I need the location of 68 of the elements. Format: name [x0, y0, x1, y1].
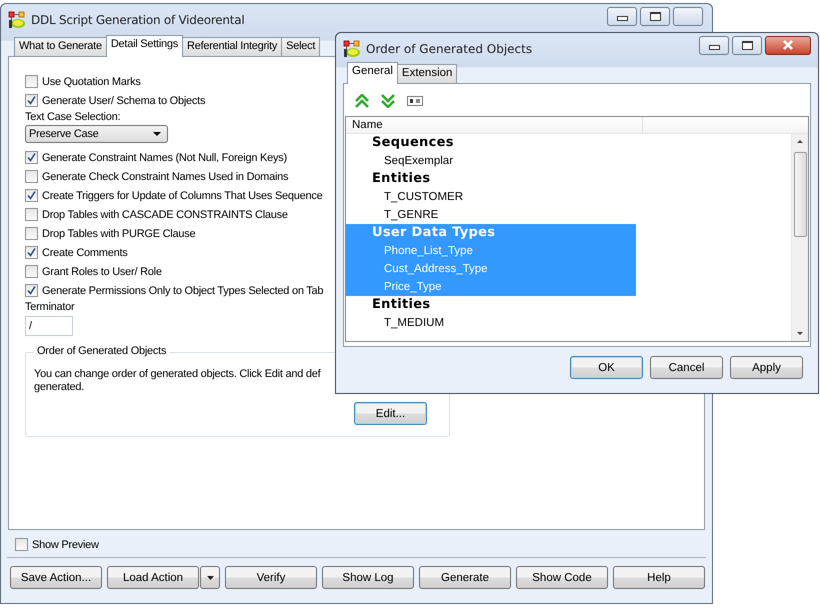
tree-item[interactable]: T_CUSTOMER	[346, 188, 636, 206]
move-up-icon[interactable]	[355, 94, 369, 108]
app-icon	[343, 40, 361, 58]
checkbox[interactable]	[25, 246, 38, 259]
checkbox[interactable]	[25, 151, 38, 164]
button[interactable]: OK	[570, 356, 643, 379]
description-text: You can change order of generated objects. Click Edit and def generated.	[34, 368, 322, 394]
dropdown-button[interactable]	[200, 566, 220, 589]
tab[interactable]: Select	[281, 37, 320, 56]
button[interactable]: Save Action...	[10, 566, 102, 589]
checkbox[interactable]	[25, 208, 38, 221]
button[interactable]: Load Action	[107, 566, 199, 589]
checkbox-label: Generate Permissions Only to Object Types Selected on Tab	[42, 284, 324, 296]
tab[interactable]: Extension	[396, 64, 458, 83]
tab[interactable]: What to Generate	[14, 37, 107, 56]
box-icon[interactable]	[407, 96, 423, 106]
maximize-button[interactable]	[640, 6, 670, 26]
checkbox-label: Drop Tables with PURGE Clause	[42, 228, 196, 240]
caret-icon	[206, 576, 214, 580]
field-label: Text Case Selection:	[25, 110, 120, 124]
tree-item[interactable]: Entities	[346, 170, 636, 188]
maximize-button[interactable]	[732, 36, 762, 54]
scrollbar[interactable]	[791, 134, 808, 341]
checkbox[interactable]	[25, 170, 38, 183]
button[interactable]: Apply	[730, 356, 803, 379]
move-down-icon[interactable]	[381, 94, 395, 108]
tree-item[interactable]: Sequences	[346, 134, 636, 152]
checkbox[interactable]	[25, 94, 38, 107]
checkbox-label: Drop Tables with CASCADE CONSTRAINTS Clause	[42, 208, 288, 220]
minimize-button[interactable]	[699, 36, 729, 54]
minimize-button[interactable]	[607, 6, 637, 26]
tree-item[interactable]: T_MEDIUM	[346, 314, 636, 332]
checkbox[interactable]	[25, 265, 38, 278]
tree-item[interactable]: SeqExemplar	[346, 152, 636, 170]
checkbox[interactable]	[25, 189, 38, 202]
app-icon	[8, 11, 26, 29]
checkbox[interactable]	[25, 227, 38, 240]
checkbox-label: Use Quotation Marks	[42, 76, 141, 88]
checkbox[interactable]	[25, 284, 38, 297]
close-button[interactable]	[765, 36, 811, 54]
checkbox-label: Grant Roles to User/ Role	[42, 266, 162, 278]
checkbox-label: Generate Constraint Names (Not Null, Foreign Keys)	[42, 152, 287, 164]
button[interactable]: Show Log	[322, 566, 414, 589]
field-label: Terminator	[25, 300, 74, 314]
checkbox-label: Generate Check Constraint Names Used in Domains	[42, 170, 288, 182]
button[interactable]: Generate	[419, 566, 511, 589]
button[interactable]: Verify	[225, 566, 317, 589]
window-title: DDL Script Generation of Videorental	[31, 13, 246, 27]
checkbox-label: Show Preview	[32, 538, 99, 550]
edit-button[interactable]: Edit...	[354, 402, 427, 425]
window-title: Order of Generated Objects	[366, 42, 534, 56]
checkbox-label: Create Triggers for Update of Columns That Uses Sequence	[42, 190, 323, 202]
checkbox[interactable]	[25, 75, 38, 88]
tab[interactable]: Detail Settings	[106, 35, 184, 57]
group-title: Order of Generated Objects	[34, 345, 170, 357]
checkbox-label: Create Comments	[42, 246, 128, 258]
close-icon	[781, 39, 795, 51]
button[interactable]: Show Code	[516, 566, 608, 589]
tree-item[interactable]: T_GENRE	[346, 206, 636, 224]
input-field[interactable]: /	[25, 316, 73, 336]
checkbox[interactable]	[15, 538, 28, 551]
dropdown[interactable]: Preserve Case	[25, 125, 168, 143]
tree-item[interactable]: Entities	[346, 296, 636, 314]
checkbox-label: Generate User/ Schema to Objects	[42, 94, 206, 106]
tab[interactable]: General	[347, 62, 398, 84]
button[interactable]: Cancel	[650, 356, 723, 379]
button[interactable]: Help	[613, 566, 705, 589]
tab[interactable]: Referential Integrity	[182, 37, 282, 56]
